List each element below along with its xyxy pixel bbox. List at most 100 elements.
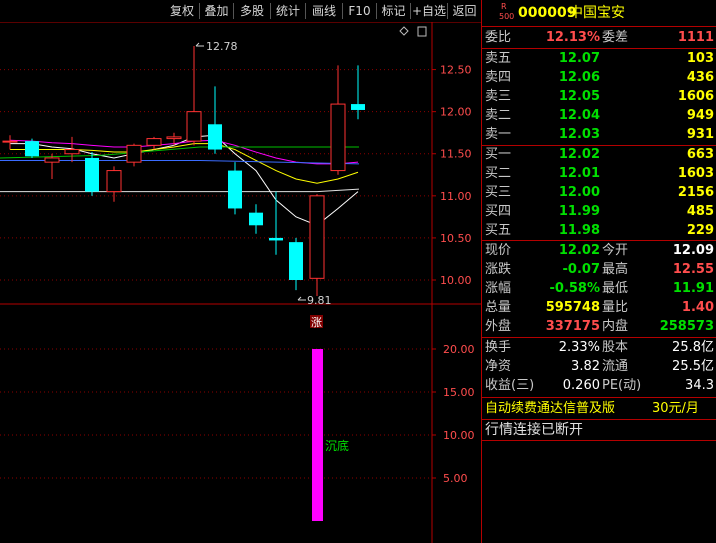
buy-row-label: 买三 xyxy=(485,185,512,200)
buy-row-volume: 485 xyxy=(686,204,714,219)
stat-label: 最高 xyxy=(602,262,629,277)
price-tick-label: 12.00 xyxy=(440,106,472,119)
sell-row-label: 卖五 xyxy=(485,51,512,66)
buy-row-price: 11.99 xyxy=(558,204,600,219)
stat-value: -0.58% xyxy=(549,281,601,296)
candle-body xyxy=(106,170,122,193)
stat-value: 12.09 xyxy=(672,243,714,258)
sell-row-volume: 931 xyxy=(686,127,714,142)
candle-body xyxy=(186,111,202,142)
candle-body xyxy=(25,141,39,157)
stat-value: 12.55 xyxy=(672,262,714,277)
stat-label: 内盘 xyxy=(602,319,629,334)
fin-value: 3.82 xyxy=(571,359,600,374)
candle-body xyxy=(85,157,99,192)
buy-row-price: 12.02 xyxy=(558,147,600,162)
buy-row-volume: 229 xyxy=(686,223,714,238)
indicator-tick-label: 10.00 xyxy=(443,429,475,442)
sell-row-volume: 1606 xyxy=(677,89,714,104)
stat-label: 量比 xyxy=(602,300,629,315)
stock-app: 复权 叠加 多股 统计 画线 F10 标记 +自选 返回 12.50 12.00 11.50 11.0… xyxy=(0,0,716,543)
price-tick-label: 10.50 xyxy=(440,232,472,245)
candle-body xyxy=(166,136,182,140)
sell-row-price: 12.04 xyxy=(558,108,600,123)
price-tick-label: 11.50 xyxy=(440,148,472,161)
toolbar-button-8[interactable]: 返回 xyxy=(448,2,481,21)
price-tick-label: 12.50 xyxy=(440,64,472,77)
fin-value: 25.8亿 xyxy=(672,340,714,355)
candle-body xyxy=(208,124,222,150)
ma30-line xyxy=(0,146,359,159)
toolbar-button-5[interactable]: F10 xyxy=(343,2,376,21)
candle-body xyxy=(289,242,303,281)
toolbar-button-2[interactable]: 多股 xyxy=(234,2,270,21)
buy-row-label: 买二 xyxy=(485,166,512,181)
candle-body xyxy=(64,149,80,155)
weicha-value: 1111 xyxy=(677,30,714,45)
toolbar-button-6[interactable]: 标记 xyxy=(377,2,410,21)
buy-row-price: 12.00 xyxy=(558,185,600,200)
candle-body xyxy=(2,140,18,143)
sell-row-price: 12.06 xyxy=(558,70,600,85)
candle-body xyxy=(351,104,365,110)
indicator-tick-label: 15.00 xyxy=(443,386,475,399)
sell-row-label: 卖四 xyxy=(485,70,512,85)
indicator-tick-label: 5.00 xyxy=(443,472,468,485)
indicator-bar xyxy=(312,349,323,521)
sell-row-price: 12.03 xyxy=(558,127,600,142)
candle-body xyxy=(330,103,346,172)
chart-toolbar: 复权 叠加 多股 统计 画线 F10 标记 +自选 返回 xyxy=(0,0,481,22)
candle-body xyxy=(309,195,325,279)
weibi-label: 委比 xyxy=(485,30,512,45)
sell-row-price: 12.07 xyxy=(558,51,600,66)
code-prefix-r: R xyxy=(501,2,507,11)
fin-label: PE(动) xyxy=(602,378,642,393)
promo-text[interactable]: 自动续费通达信普及版 xyxy=(485,400,615,418)
promo-price[interactable]: 30元/月 xyxy=(652,400,699,418)
fin-value: 34.3 xyxy=(685,378,714,393)
fin-label: 股本 xyxy=(602,340,629,355)
zhang-marker: 涨 xyxy=(311,316,322,329)
fin-value: 0.260 xyxy=(562,378,600,393)
buy-row-volume: 1603 xyxy=(677,166,714,181)
low-price-arrow xyxy=(297,296,306,301)
price-tick-label: 11.00 xyxy=(440,190,472,203)
toolbar-button-0[interactable]: 复权 xyxy=(165,2,199,21)
fin-value: 2.33% xyxy=(558,340,600,355)
diamond-icon xyxy=(399,26,409,36)
fin-label: 换手 xyxy=(485,340,512,355)
toolbar-button-3[interactable]: 统计 xyxy=(271,2,305,21)
code-prefix-500: 500 xyxy=(499,12,515,21)
candle-body xyxy=(249,212,263,226)
stat-label: 总量 xyxy=(485,300,512,315)
kline-chart[interactable]: 12.50 12.00 11.50 11.00 10.50 10.00 20.00 15.00… xyxy=(0,22,481,543)
candle-body xyxy=(44,157,60,163)
weicha-label: 委差 xyxy=(602,30,629,45)
toolbar-button-7[interactable]: +自选 xyxy=(411,2,447,21)
scroll-icon xyxy=(417,26,427,37)
indicator-tick-label: 20.00 xyxy=(443,343,475,356)
stat-value: 337175 xyxy=(545,319,600,334)
sell-row-volume: 436 xyxy=(686,70,714,85)
high-price-label: 12.78 xyxy=(206,40,238,53)
stat-value: 258573 xyxy=(659,319,714,334)
sell-row-price: 12.05 xyxy=(558,89,600,104)
toolbar-button-4[interactable]: 画线 xyxy=(306,2,342,21)
stat-label: 现价 xyxy=(485,243,512,258)
fin-label: 流通 xyxy=(602,359,629,374)
sell-row-label: 卖二 xyxy=(485,108,512,123)
sell-row-volume: 103 xyxy=(686,51,714,66)
stat-label: 涨幅 xyxy=(485,281,512,296)
sell-row-volume: 949 xyxy=(686,108,714,123)
buy-row-label: 买四 xyxy=(485,204,512,219)
candle-body xyxy=(126,144,142,163)
stock-code: 000009 xyxy=(518,5,577,21)
weibi-value: 12.13% xyxy=(545,30,600,45)
sell-row-label: 卖三 xyxy=(485,89,512,104)
ma-long-line xyxy=(0,188,360,193)
toolbar-button-1[interactable]: 叠加 xyxy=(200,2,233,21)
connection-status: 行情连接已断开 xyxy=(485,422,583,438)
candle-body xyxy=(269,237,283,241)
low-price-label: 9.81 xyxy=(307,294,332,307)
fin-value: 25.5亿 xyxy=(672,359,714,374)
